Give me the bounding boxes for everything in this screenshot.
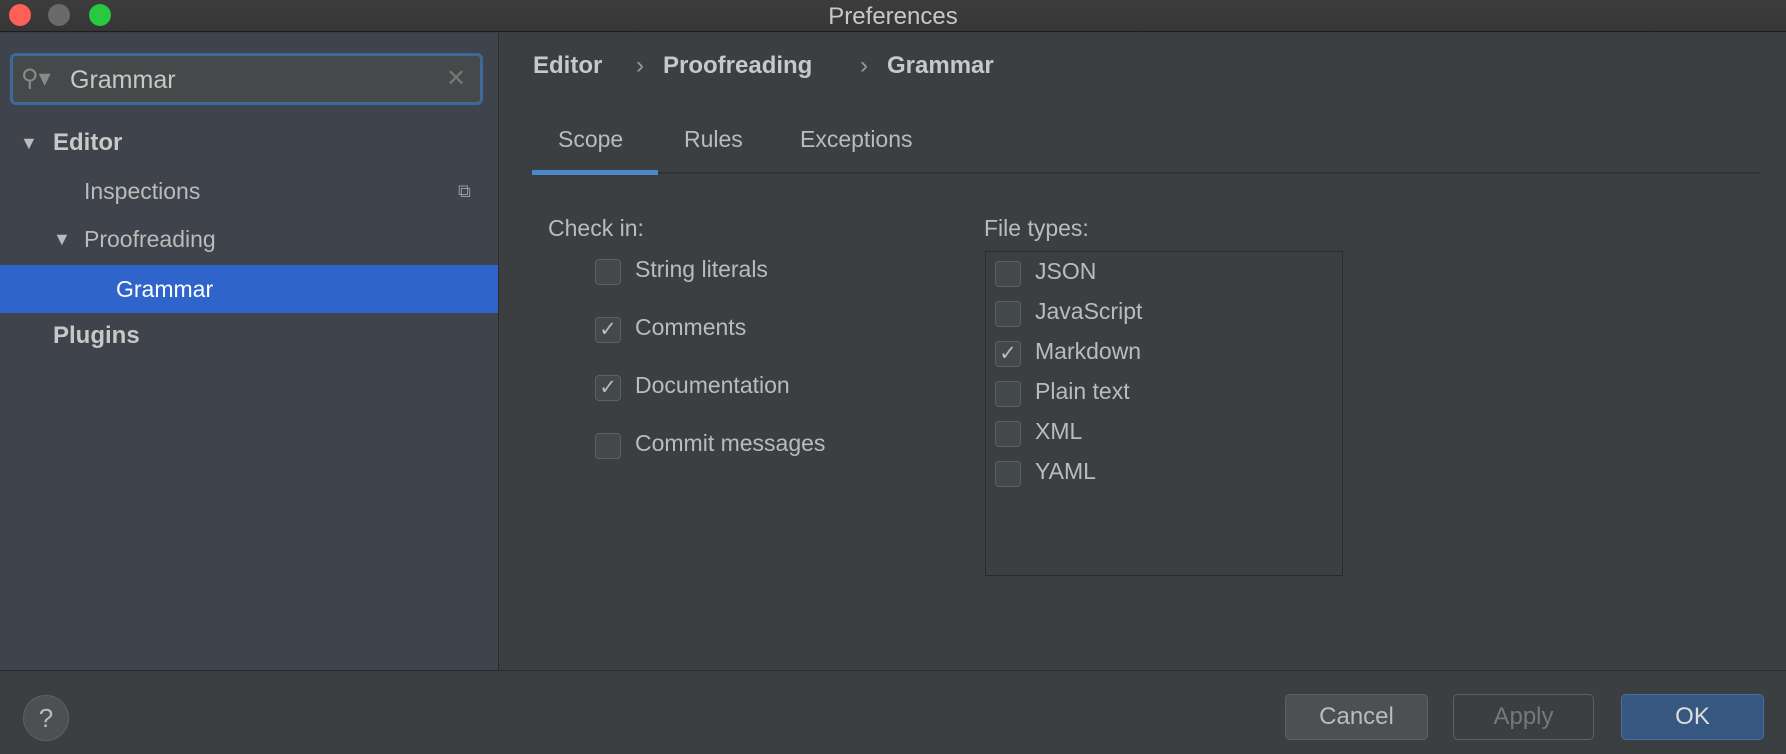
checkbox[interactable]: ✓ — [595, 317, 621, 343]
checkbox-label: Commit messages — [635, 430, 826, 456]
checkbox-label: Documentation — [635, 372, 790, 398]
file-types-label: File types: — [984, 215, 1089, 241]
checkbox-label: JavaScript — [1035, 298, 1143, 324]
checkbox[interactable]: ✓ — [995, 341, 1021, 367]
checkbox[interactable] — [995, 461, 1021, 487]
sidebar-item-grammar[interactable]: Grammar — [0, 265, 498, 313]
check-in-label: Check in: — [548, 215, 644, 241]
sidebar-item-plugins[interactable]: Plugins — [0, 312, 498, 360]
checkbox-label: Plain text — [1035, 378, 1130, 404]
project-settings-icon: ⧉ — [458, 181, 471, 201]
checkbox[interactable] — [995, 381, 1021, 407]
tab-rules[interactable]: Rules — [684, 126, 743, 153]
checkbox[interactable] — [595, 259, 621, 285]
tab-exceptions[interactable]: Exceptions — [800, 126, 913, 153]
checkbox[interactable] — [995, 261, 1021, 287]
search-icon: ⚲▾ — [21, 65, 51, 92]
checkbox[interactable] — [995, 421, 1021, 447]
search-input[interactable]: ⚲▾ Grammar ✕ — [10, 53, 483, 105]
sidebar-item-label: Grammar — [116, 276, 214, 302]
sidebar-item-proofreading[interactable]: ▼ Proofreading — [0, 215, 498, 263]
checkmark-icon: ✓ — [999, 342, 1017, 365]
sidebar-item-editor[interactable]: ▼ Editor — [0, 119, 498, 167]
cancel-button[interactable]: Cancel — [1285, 694, 1428, 740]
checkbox-label: XML — [1035, 418, 1083, 444]
expanded-triangle-icon[interactable]: ▼ — [53, 215, 71, 263]
checkbox-label: Markdown — [1035, 338, 1142, 364]
active-tab-indicator — [532, 170, 658, 175]
checkbox-label: YAML — [1035, 458, 1096, 484]
breadcrumb-editor[interactable]: Editor — [533, 52, 602, 80]
expanded-triangle-icon[interactable]: ▼ — [20, 119, 38, 167]
sidebar-item-label: Inspections — [84, 178, 201, 204]
ok-button[interactable]: OK — [1621, 694, 1764, 740]
clear-search-icon[interactable]: ✕ — [446, 64, 466, 93]
title-bar: Preferences — [0, 0, 1786, 32]
search-value: Grammar — [70, 66, 176, 94]
window-title: Preferences — [828, 3, 958, 30]
sidebar-item-label: Plugins — [53, 322, 140, 349]
breadcrumb-proofreading[interactable]: Proofreading — [663, 52, 812, 80]
checkbox[interactable] — [595, 433, 621, 459]
tab-scope[interactable]: Scope — [558, 126, 623, 153]
checkbox-label: Comments — [635, 314, 747, 340]
breadcrumb-chevron-icon: › — [636, 52, 644, 79]
sidebar-item-label: Proofreading — [84, 226, 216, 252]
sidebar-item-label: Editor — [53, 129, 123, 156]
checkmark-icon: ✓ — [599, 318, 617, 341]
checkbox-label: String literals — [635, 256, 768, 282]
checkbox[interactable]: ✓ — [595, 375, 621, 401]
checkbox[interactable] — [995, 301, 1021, 327]
checkmark-icon: ✓ — [599, 376, 617, 399]
help-button[interactable]: ? — [23, 695, 69, 741]
tab-divider — [532, 172, 1761, 174]
breadcrumb-grammar: Grammar — [887, 52, 994, 79]
breadcrumb-chevron-icon: › — [860, 52, 868, 79]
sidebar-item-inspections[interactable]: Inspections ⧉ — [0, 167, 498, 215]
checkbox-label: JSON — [1035, 258, 1097, 284]
apply-button[interactable]: Apply — [1453, 694, 1594, 740]
